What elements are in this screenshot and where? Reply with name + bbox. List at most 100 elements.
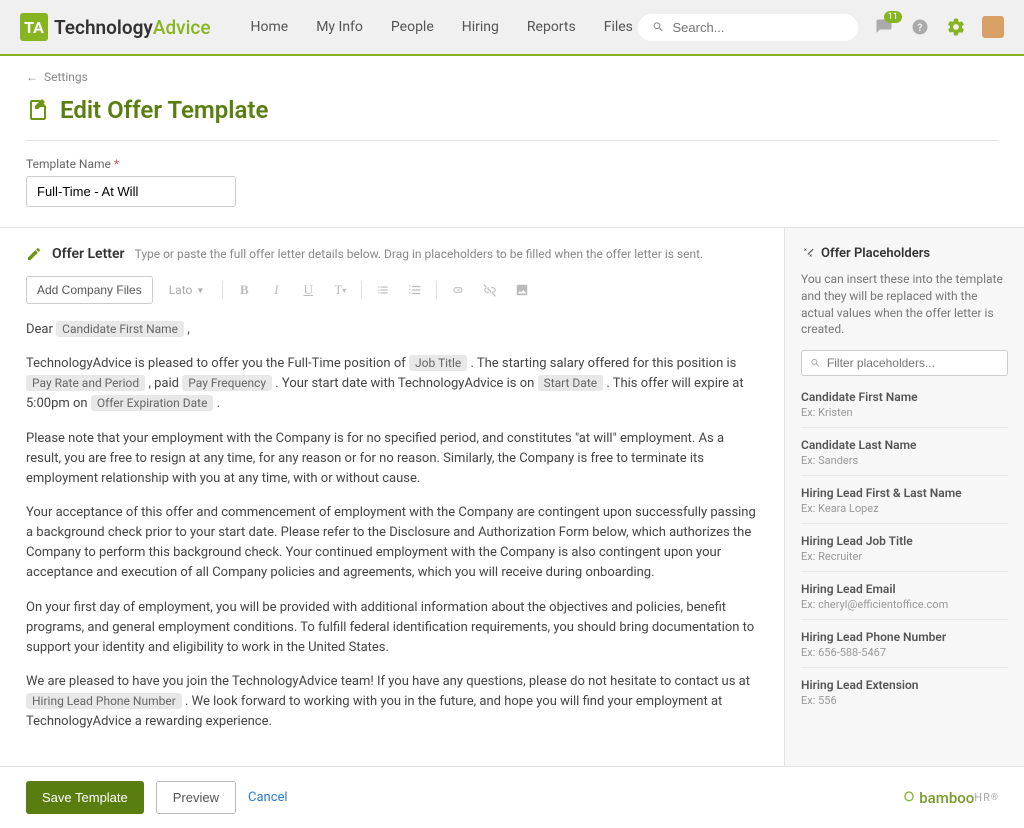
pencil-icon [26, 246, 42, 262]
nav-reports[interactable]: Reports [527, 19, 576, 35]
back-arrow-icon[interactable]: ← [26, 70, 38, 84]
filter-placeholders-input[interactable] [827, 356, 999, 370]
paragraph-first-day: On your first day of employment, you wil… [26, 598, 758, 658]
placeholder-example: Ex: 556 [801, 694, 1008, 707]
template-name-label: Template Name * [26, 157, 998, 171]
cancel-link[interactable]: Cancel [248, 790, 288, 805]
placeholder-list-item[interactable]: Hiring Lead Job Title Ex: Recruiter [801, 524, 1008, 572]
filter-placeholders[interactable] [801, 350, 1008, 376]
toolbar-separator [436, 281, 437, 299]
placeholder-list-item[interactable]: Candidate Last Name Ex: Sanders [801, 428, 1008, 476]
placeholder-list-item[interactable]: Candidate First Name Ex: Kristen [801, 380, 1008, 428]
font-family-select[interactable]: Lato ▼ [159, 283, 215, 297]
save-template-button[interactable]: Save Template [26, 781, 144, 814]
bullet-list-button[interactable] [370, 277, 396, 303]
placeholder-job-title[interactable]: Job Title [409, 355, 467, 371]
placeholder-start-date[interactable]: Start Date [538, 375, 604, 391]
gear-icon[interactable] [946, 17, 966, 37]
page-footer: Save Template Preview Cancel bambooHR® [0, 766, 1024, 828]
header-right: 11 ? [638, 14, 1004, 41]
toolbar-separator [222, 281, 223, 299]
bold-button[interactable]: B [231, 277, 257, 303]
template-name-input[interactable] [26, 176, 236, 207]
image-button[interactable] [509, 277, 535, 303]
avatar[interactable] [982, 16, 1004, 38]
required-indicator: * [114, 157, 119, 171]
inbox-badge: 11 [884, 11, 902, 23]
placeholder-list-item[interactable]: Hiring Lead Email Ex: cheryl@efficientof… [801, 572, 1008, 620]
logo[interactable]: TA TechnologyAdvice [20, 13, 211, 41]
offer-template-icon [26, 98, 50, 122]
logo-mark-icon: TA [20, 13, 48, 41]
underline-button[interactable]: U [295, 277, 321, 303]
placeholder-example: Ex: Sanders [801, 454, 1008, 467]
nav-home[interactable]: Home [251, 19, 289, 35]
wand-icon [801, 247, 815, 261]
link-button[interactable] [445, 277, 471, 303]
placeholder-example: Ex: cheryl@efficientoffice.com [801, 598, 1008, 611]
placeholder-candidate-first-name[interactable]: Candidate First Name [56, 321, 184, 337]
editor-toolbar: Add Company Files Lato ▼ B I U T▾ [26, 276, 758, 304]
greeting-text: Dear [26, 322, 56, 337]
nav-my-info[interactable]: My Info [316, 19, 363, 35]
editor-heading: Offer Letter [52, 246, 125, 262]
app-header: TA TechnologyAdvice Home My Info People … [0, 0, 1024, 56]
breadcrumb-settings[interactable]: Settings [44, 70, 88, 84]
placeholder-name: Candidate Last Name [801, 438, 1008, 452]
placeholder-name: Hiring Lead Email [801, 582, 1008, 596]
placeholder-list-item[interactable]: Hiring Lead First & Last Name Ex: Keara … [801, 476, 1008, 524]
placeholder-offer-expiration[interactable]: Offer Expiration Date [91, 395, 214, 411]
placeholder-example: Ex: Recruiter [801, 550, 1008, 563]
placeholder-name: Hiring Lead First & Last Name [801, 486, 1008, 500]
search-icon [652, 20, 665, 34]
logo-text: Technology [54, 16, 153, 39]
svg-text:?: ? [917, 21, 922, 34]
chevron-down-icon: ▼ [196, 286, 204, 295]
placeholder-name: Hiring Lead Job Title [801, 534, 1008, 548]
nav-files[interactable]: Files [604, 19, 633, 35]
sidebar-heading-row: Offer Placeholders [801, 246, 1008, 261]
placeholder-name: Candidate First Name [801, 390, 1008, 404]
unlink-button[interactable] [477, 277, 503, 303]
footer-brand: bambooHR® [901, 789, 998, 807]
numbered-list-button[interactable] [402, 277, 428, 303]
italic-button[interactable]: I [263, 277, 289, 303]
paragraph-background-check: Your acceptance of this offer and commen… [26, 503, 758, 584]
breadcrumb: ← Settings [0, 56, 1024, 88]
placeholder-example: Ex: Kristen [801, 406, 1008, 419]
add-company-files-button[interactable]: Add Company Files [26, 276, 153, 304]
editor-column: Offer Letter Type or paste the full offe… [0, 228, 784, 766]
bamboo-logo-icon [901, 790, 917, 806]
global-search[interactable] [638, 14, 858, 41]
preview-button[interactable]: Preview [156, 781, 236, 814]
search-icon [810, 357, 821, 369]
inbox-icon[interactable]: 11 [874, 17, 894, 37]
placeholder-list-item[interactable]: Hiring Lead Extension Ex: 556 [801, 668, 1008, 715]
placeholders-sidebar: Offer Placeholders You can insert these … [784, 228, 1024, 766]
template-name-field: Template Name * [0, 141, 1024, 227]
main-nav: Home My Info People Hiring Reports Files [251, 19, 633, 35]
sidebar-heading: Offer Placeholders [821, 246, 930, 261]
text-format-button[interactable]: T▾ [327, 277, 353, 303]
main-area: Offer Letter Type or paste the full offe… [0, 227, 1024, 766]
offer-letter-editor[interactable]: Dear Candidate First Name , TechnologyAd… [26, 320, 758, 732]
editor-subheading: Type or paste the full offer letter deta… [135, 247, 704, 261]
placeholder-example: Ex: 656-588-5467 [801, 646, 1008, 659]
placeholder-pay-frequency[interactable]: Pay Frequency [182, 375, 272, 391]
nav-people[interactable]: People [391, 19, 434, 35]
page-title-row: Edit Offer Template [0, 88, 1024, 140]
placeholder-pay-rate[interactable]: Pay Rate and Period [26, 375, 145, 391]
sidebar-help-text: You can insert these into the template a… [801, 271, 1008, 338]
paragraph-at-will: Please note that your employment with th… [26, 429, 758, 489]
placeholder-example: Ex: Keara Lopez [801, 502, 1008, 515]
editor-heading-row: Offer Letter Type or paste the full offe… [26, 246, 758, 262]
logo-text-accent: Advice [153, 16, 211, 39]
placeholder-list-item[interactable]: Hiring Lead Phone Number Ex: 656-588-546… [801, 620, 1008, 668]
help-icon[interactable]: ? [910, 17, 930, 37]
global-search-input[interactable] [673, 20, 845, 35]
placeholder-name: Hiring Lead Phone Number [801, 630, 1008, 644]
page-title: Edit Offer Template [60, 96, 268, 124]
toolbar-separator [361, 281, 362, 299]
nav-hiring[interactable]: Hiring [462, 19, 499, 35]
placeholder-name: Hiring Lead Extension [801, 678, 1008, 692]
